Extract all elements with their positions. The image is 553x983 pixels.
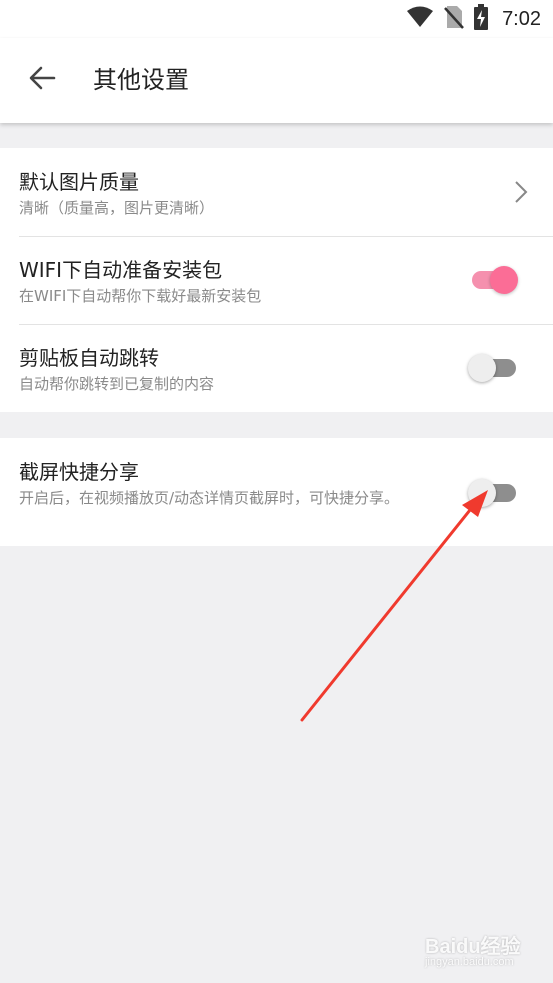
toggle-thumb bbox=[468, 354, 496, 382]
setting-row-clipboard-jump: 剪贴板自动跳转 自动帮你跳转到已复制的内容 bbox=[0, 324, 553, 412]
setting-title: WIFI下自动准备安装包 bbox=[19, 258, 223, 282]
watermark-brand: Baidu经验 bbox=[425, 936, 521, 958]
wifi-auto-download-toggle[interactable] bbox=[470, 263, 518, 294]
status-icons: 7:02 bbox=[406, 4, 541, 34]
clipboard-jump-toggle[interactable] bbox=[468, 351, 518, 382]
battery-charging-icon bbox=[474, 4, 489, 34]
setting-subtitle: 清晰（质量高，图片更清晰） bbox=[19, 199, 215, 217]
setting-subtitle: 自动帮你跳转到已复制的内容 bbox=[19, 375, 215, 393]
status-bar: 7:02 bbox=[0, 0, 553, 38]
setting-row-screenshot-share: 截屏快捷分享 开启后，在视频播放页/动态详情页截屏时，可快捷分享。 bbox=[0, 438, 553, 546]
setting-title: 截屏快捷分享 bbox=[19, 460, 139, 484]
settings-group-general: 默认图片质量 清晰（质量高，图片更清晰） WIFI下自动准备安装包 在WIFI下… bbox=[0, 148, 553, 412]
setting-row-wifi-auto-download: WIFI下自动准备安装包 在WIFI下自动帮你下载好最新安装包 bbox=[0, 236, 553, 324]
toggle-thumb bbox=[468, 479, 496, 507]
setting-subtitle: 开启后，在视频播放页/动态详情页截屏时，可快捷分享。 bbox=[19, 489, 400, 507]
page-title: 其他设置 bbox=[93, 66, 189, 94]
back-button[interactable] bbox=[22, 60, 62, 100]
setting-subtitle: 在WIFI下自动帮你下载好最新安装包 bbox=[19, 287, 262, 305]
watermark-url: jingyan.baidu.com bbox=[425, 956, 514, 968]
setting-title: 默认图片质量 bbox=[19, 170, 139, 194]
settings-group-share: 截屏快捷分享 开启后，在视频播放页/动态详情页截屏时，可快捷分享。 bbox=[0, 438, 553, 546]
setting-title: 剪贴板自动跳转 bbox=[19, 346, 159, 370]
watermark: Baidu经验 jingyan.baidu.com bbox=[425, 930, 545, 975]
chevron-right-icon bbox=[511, 178, 531, 206]
wifi-icon bbox=[406, 6, 434, 32]
no-sim-icon bbox=[444, 5, 464, 33]
app-bar: 其他设置 bbox=[0, 38, 553, 123]
arrow-left-icon bbox=[28, 65, 56, 95]
screenshot-share-toggle[interactable] bbox=[468, 476, 518, 507]
toggle-thumb bbox=[490, 266, 518, 294]
status-time: 7:02 bbox=[502, 7, 541, 30]
setting-row-image-quality[interactable]: 默认图片质量 清晰（质量高，图片更清晰） bbox=[0, 148, 553, 236]
